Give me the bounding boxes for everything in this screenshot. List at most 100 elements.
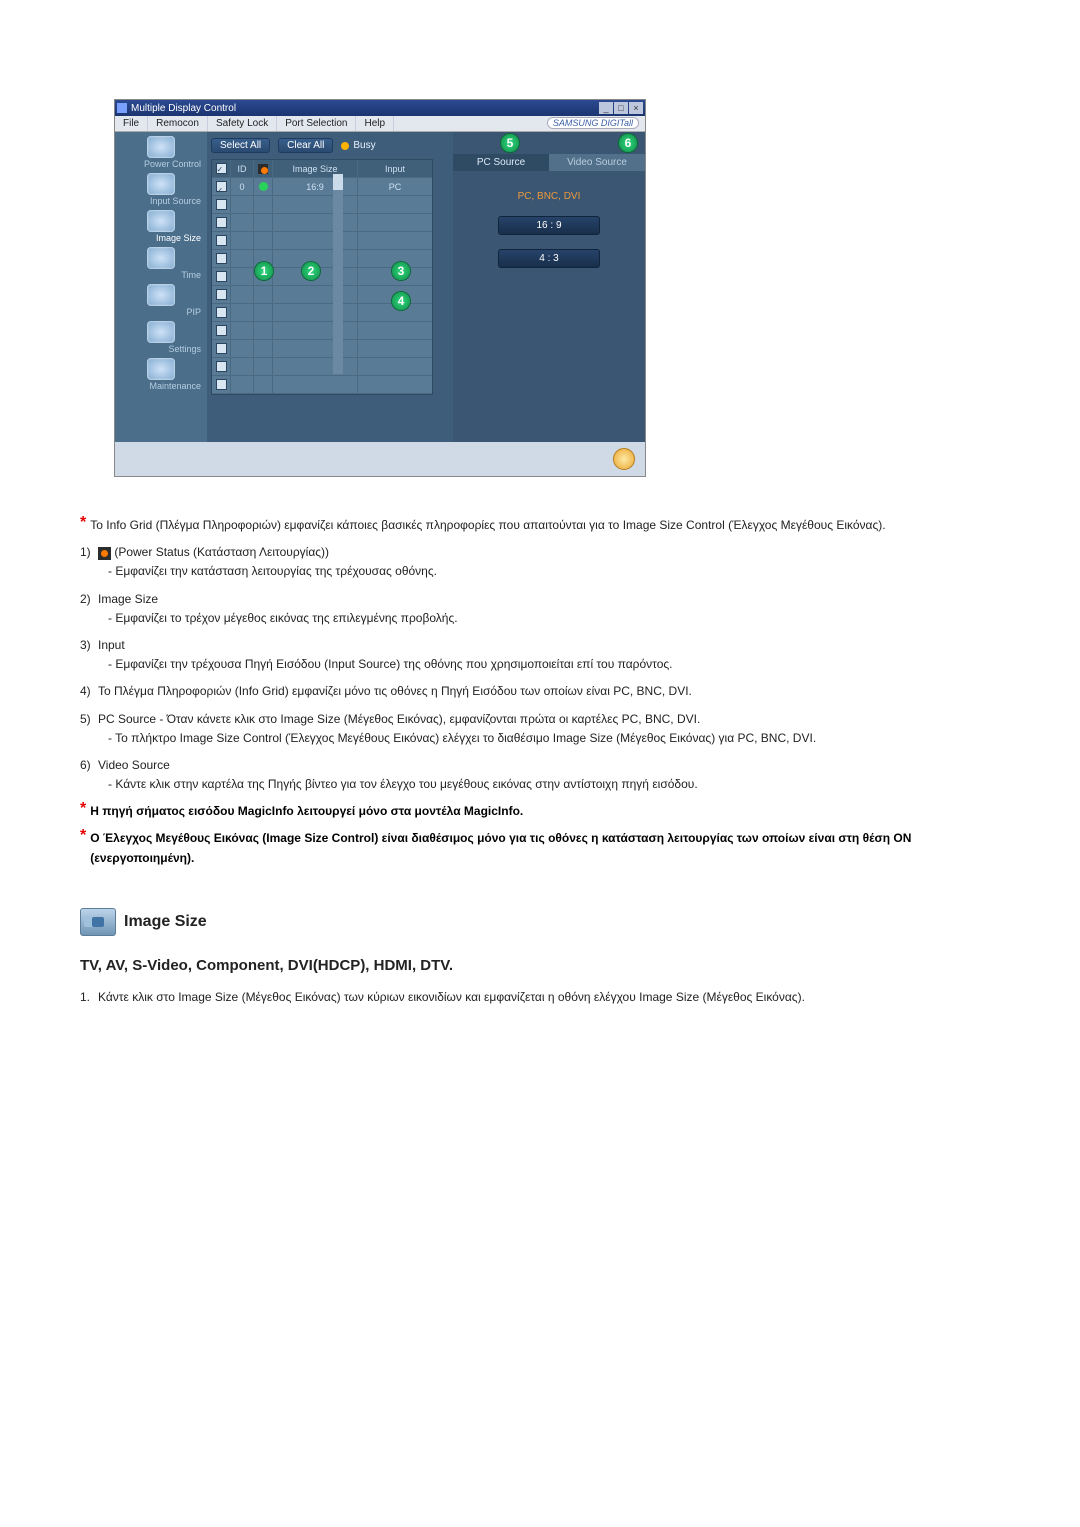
- row-checkbox[interactable]: [216, 271, 227, 282]
- note-intro: * Το Info Grid (Πλέγμα Πληροφοριών) εμφα…: [80, 516, 1005, 535]
- pip-icon: [147, 284, 175, 306]
- document-body: * Το Info Grid (Πλέγμα Πληροφοριών) εμφα…: [80, 516, 1005, 1007]
- section-header: Image Size: [80, 908, 1005, 936]
- option-16-9-button[interactable]: 16 : 9: [498, 216, 600, 235]
- grid-row[interactable]: [212, 376, 432, 394]
- star-icon: *: [80, 829, 90, 867]
- row-checkbox[interactable]: [216, 235, 227, 246]
- sidebar-item-maintenance[interactable]: Maintenance: [115, 358, 207, 391]
- menu-help[interactable]: Help: [356, 116, 394, 131]
- callout-5: 5: [501, 134, 519, 152]
- menu-remocon[interactable]: Remocon: [148, 116, 208, 131]
- grid-row[interactable]: [212, 232, 432, 250]
- sidebar-item-power-control[interactable]: Power Control: [115, 136, 207, 169]
- list-item: 4) Το Πλέγμα Πληροφοριών (Info Grid) εμφ…: [80, 682, 1005, 701]
- grid-row[interactable]: [212, 358, 432, 376]
- busy-indicator: Busy: [341, 140, 375, 151]
- panel-source-label: PC, BNC, DVI: [518, 191, 581, 202]
- sidebar-item-time[interactable]: Time: [115, 247, 207, 280]
- menu-safety-lock[interactable]: Safety Lock: [208, 116, 277, 131]
- callout-6: 6: [619, 134, 637, 152]
- row-checkbox[interactable]: [216, 343, 227, 354]
- status-on-icon: [259, 182, 268, 191]
- cell-size: 16:9: [273, 178, 358, 195]
- maintenance-icon: [147, 358, 175, 380]
- scrollbar[interactable]: [333, 174, 343, 374]
- list-item: 3) Input - Εμφανίζει την τρέχουσα Πηγή Ε…: [80, 636, 1005, 674]
- window-title: Multiple Display Control: [131, 103, 236, 114]
- list-item: 1) (Power Status (Κατάσταση Λειτουργίας)…: [80, 543, 1005, 581]
- sidebar-item-input-source[interactable]: Input Source: [115, 173, 207, 206]
- app-window: Multiple Display Control _ □ × File Remo…: [115, 100, 645, 476]
- row-checkbox[interactable]: [216, 361, 227, 372]
- note-on-only: * Ο Έλεγχος Μεγέθους Εικόνας (Image Size…: [80, 829, 1005, 867]
- list-item: 1. Κάντε κλικ στο Image Size (Μέγεθος Ει…: [80, 988, 1005, 1007]
- sidebar-item-pip[interactable]: PIP: [115, 284, 207, 317]
- row-checkbox[interactable]: [216, 289, 227, 300]
- callout-2: 2: [302, 262, 320, 280]
- cell-id: 0: [231, 178, 254, 195]
- list-item: 2) Image Size - Εμφανίζει το τρέχον μέγε…: [80, 590, 1005, 628]
- power-icon: [147, 136, 175, 158]
- scrollbar-thumb[interactable]: [333, 174, 343, 190]
- note-magicinfo: * Η πηγή σήματος εισόδου MagicInfo λειτο…: [80, 802, 1005, 821]
- row-checkbox[interactable]: [216, 199, 227, 210]
- app-body: Power Control Input Source Image Size Ti…: [115, 132, 645, 442]
- clear-all-button[interactable]: Clear All: [278, 138, 333, 153]
- busy-icon: [341, 142, 349, 150]
- right-panel: 5 6 PC Source Video Source PC, BNC, DVI …: [453, 132, 645, 442]
- row-checkbox[interactable]: [216, 307, 227, 318]
- image-size-section-icon: [80, 908, 116, 936]
- sidebar-item-settings[interactable]: Settings: [115, 321, 207, 354]
- tab-pc-source[interactable]: PC Source: [453, 154, 549, 171]
- status-strip: [115, 442, 645, 476]
- list-item: 5) PC Source - Όταν κάνετε κλικ στο Imag…: [80, 710, 1005, 748]
- option-4-3-button[interactable]: 4 : 3: [498, 249, 600, 268]
- close-icon[interactable]: ×: [629, 102, 643, 114]
- list-item: 6) Video Source - Κάντε κλικ στην καρτέλ…: [80, 756, 1005, 794]
- grid-header: ID Image Size Input: [212, 160, 432, 178]
- subheading: TV, AV, S-Video, Component, DVI(HDCP), H…: [80, 954, 1005, 978]
- col-input: Input: [358, 160, 432, 177]
- header-checkbox[interactable]: [216, 163, 227, 174]
- brand-label: SAMSUNG DIGITall: [541, 116, 645, 131]
- sidebar-item-image-size[interactable]: Image Size: [115, 210, 207, 243]
- row-checkbox[interactable]: [216, 379, 227, 390]
- grid-row[interactable]: [212, 196, 432, 214]
- callout-3: 3: [392, 262, 410, 280]
- col-id: ID: [231, 160, 254, 177]
- callout-4: 4: [392, 292, 410, 310]
- tab-row: PC Source Video Source: [453, 154, 645, 171]
- image-size-icon: [147, 210, 175, 232]
- grid-row[interactable]: 0 16:9 PC: [212, 178, 432, 196]
- callout-1: 1: [255, 262, 273, 280]
- row-checkbox[interactable]: [216, 325, 227, 336]
- settings-icon: [147, 321, 175, 343]
- row-checkbox[interactable]: [216, 217, 227, 228]
- star-icon: *: [80, 802, 90, 821]
- menubar: File Remocon Safety Lock Port Selection …: [115, 116, 645, 132]
- col-status-icon: [254, 160, 273, 177]
- power-status-icon: [98, 547, 111, 560]
- window-titlebar: Multiple Display Control _ □ ×: [115, 100, 645, 116]
- row-checkbox[interactable]: [216, 253, 227, 264]
- select-all-button[interactable]: Select All: [211, 138, 270, 153]
- input-source-icon: [147, 173, 175, 195]
- grid-row[interactable]: [212, 214, 432, 232]
- center-panel: Select All Clear All Busy ID Image Size …: [207, 132, 453, 442]
- sidebar: Power Control Input Source Image Size Ti…: [115, 132, 207, 442]
- col-image-size: Image Size: [273, 160, 358, 177]
- menu-port-selection[interactable]: Port Selection: [277, 116, 356, 131]
- cell-input: PC: [358, 178, 432, 195]
- grid-row[interactable]: [212, 322, 432, 340]
- minimize-icon[interactable]: _: [599, 102, 613, 114]
- time-icon: [147, 247, 175, 269]
- grid-row[interactable]: [212, 340, 432, 358]
- menu-file[interactable]: File: [115, 116, 148, 131]
- row-checkbox[interactable]: [216, 181, 227, 192]
- maximize-icon[interactable]: □: [614, 102, 628, 114]
- app-icon: [117, 103, 127, 113]
- warning-icon: [613, 448, 635, 470]
- tab-video-source[interactable]: Video Source: [549, 154, 645, 171]
- star-icon: *: [80, 516, 90, 535]
